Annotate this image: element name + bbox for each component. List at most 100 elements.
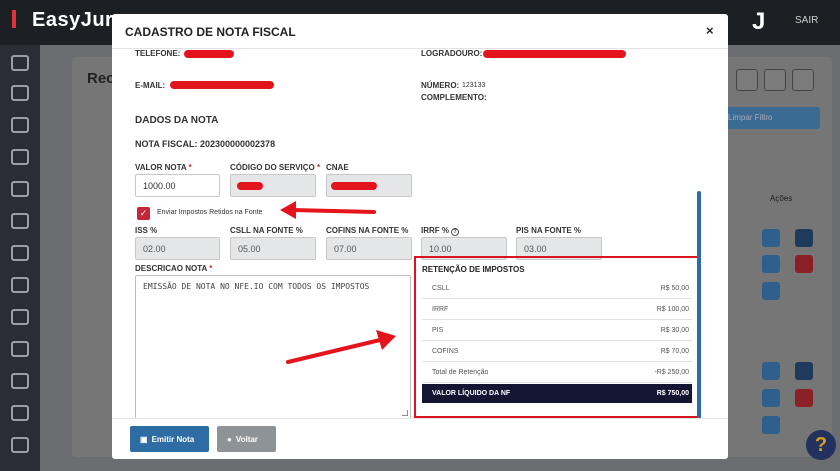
scale-icon[interactable] (11, 213, 29, 229)
receipt-icon[interactable] (762, 389, 780, 407)
enviar-impostos-label: Enviar Impostos Retidos na Fonte (157, 209, 263, 216)
retencao-row: CSLL R$ 50,00 (422, 278, 692, 299)
redacted-telefone (184, 50, 234, 58)
csll-input[interactable]: 05.00 (230, 237, 316, 260)
copy-icon[interactable] (795, 362, 813, 380)
scrollbar[interactable] (697, 191, 701, 418)
help-button[interactable]: ? (806, 430, 836, 460)
back-icon: ● (227, 435, 232, 444)
email-label: E-MAIL: (135, 81, 166, 90)
export-icon[interactable] (764, 69, 786, 91)
brand-logo[interactable]: EasyJur (12, 9, 113, 32)
retencao-row: IRRF R$ 100,00 (422, 299, 692, 320)
arrow-to-checkbox (280, 201, 376, 219)
cnae-label: CNAE (326, 163, 349, 172)
retencao-label: IRRF (432, 306, 449, 313)
complemento-label: COMPLEMENTO: (421, 93, 487, 102)
gavel-icon[interactable] (11, 181, 29, 197)
descricao-textarea[interactable]: EMISSÃO DE NOTA NO NFE.IO COM TODOS OS I… (135, 275, 411, 418)
valor-liquido-row: VALOR LÍQUIDO DA NF R$ 750,00 (422, 384, 692, 403)
building-icon[interactable] (11, 405, 29, 421)
numero-label: NÚMERO: (421, 81, 460, 90)
sidebar (0, 45, 40, 471)
modal-body: TELEFONE: E-MAIL: LOGRADOURO: NÚMERO: 12… (112, 50, 728, 418)
actions-header: Ações (770, 194, 793, 203)
csll-label: CSLL NA FONTE % (230, 226, 303, 235)
codigo-servico-input[interactable] (230, 174, 316, 197)
edit-icon[interactable] (762, 229, 780, 247)
retencao-value: R$ 70,00 (660, 348, 689, 355)
background-page-title: Rec (87, 70, 115, 87)
voltar-label: Voltar (235, 435, 258, 444)
help-circle-icon[interactable]: ? (451, 228, 459, 236)
logo-mark-icon (12, 10, 26, 28)
copy-icon[interactable] (795, 229, 813, 247)
emitir-nota-button[interactable]: ▣ Emitir Nota (130, 426, 209, 452)
enviar-impostos-checkbox[interactable]: ✓ (137, 207, 150, 220)
retencao-title: RETENÇÃO DE IMPOSTOS (422, 265, 525, 274)
valor-liquido-label: VALOR LÍQUIDO DA NF (432, 390, 511, 397)
retencao-value: R$ 50,00 (660, 285, 689, 292)
nota-fiscal-modal: CADASTRO DE NOTA FISCAL × TELEFONE: E-MA… (112, 14, 728, 459)
user-avatar[interactable]: J (752, 8, 765, 36)
telefone-label: TELEFONE: (135, 50, 181, 58)
retencao-value: R$ 30,00 (660, 327, 689, 334)
file-icon[interactable] (762, 282, 780, 300)
section-title: DADOS DA NOTA (135, 115, 219, 126)
required-mark: * (317, 163, 321, 172)
delete-icon[interactable] (795, 255, 813, 273)
valor-nota-input[interactable]: 1000.00 (135, 174, 220, 197)
print-icon[interactable] (736, 69, 758, 91)
handshake-icon[interactable] (11, 341, 29, 357)
descricao-text: EMISSÃO DE NOTA NO NFE.IO COM TODOS OS I… (143, 282, 370, 291)
iss-input[interactable]: 02.00 (135, 237, 220, 260)
save-icon: ▣ (140, 435, 148, 444)
cofins-label: COFINS NA FONTE % (326, 226, 409, 235)
cofins-input[interactable]: 07.00 (326, 237, 412, 260)
numero-value: 123133 (462, 82, 486, 89)
pis-label: PIS NA FONTE % (516, 226, 582, 235)
logradouro-label: LOGRADOURO: (421, 50, 483, 58)
redacted-codigo-servico (237, 182, 263, 190)
emitir-nota-label: Emitir Nota (151, 435, 195, 444)
required-mark: * (209, 264, 213, 273)
home-icon[interactable] (11, 55, 29, 71)
brand-name: EasyJur (32, 9, 114, 31)
file-icon[interactable] (762, 416, 780, 434)
clear-filter-button[interactable]: Limpar Filtro (720, 107, 820, 129)
logout-link[interactable]: SAIR (795, 15, 818, 26)
retencao-value: R$ 100,00 (656, 306, 689, 313)
retencao-label: Total de Retenção (432, 369, 489, 376)
codigo-servico-label: CÓDIGO DO SERVIÇO * (230, 163, 321, 172)
retencao-row: PIS R$ 30,00 (422, 320, 692, 341)
finance-icon[interactable] (11, 149, 29, 165)
retencao-panel: RETENÇÃO DE IMPOSTOS CSLL R$ 50,00 IRRF R$… (414, 256, 700, 418)
nota-fiscal-number: NOTA FISCAL: 202300000002378 (135, 139, 276, 149)
settings-icon[interactable] (11, 437, 29, 453)
voltar-button[interactable]: ● Voltar (217, 426, 276, 452)
required-mark: * (188, 163, 192, 172)
resize-grip-icon[interactable] (402, 410, 408, 416)
close-button[interactable]: × (706, 23, 714, 38)
cart-icon[interactable] (11, 309, 29, 325)
retencao-total-row: Total de Retenção -R$ 250,00 (422, 362, 692, 383)
briefcase-icon[interactable] (11, 245, 29, 261)
more-options-icon[interactable] (792, 69, 814, 91)
retencao-label: CSLL (432, 285, 450, 292)
edit-icon[interactable] (762, 362, 780, 380)
retencao-row: COFINS R$ 70,00 (422, 341, 692, 362)
calendar-icon[interactable] (11, 85, 29, 101)
team-icon[interactable] (11, 373, 29, 389)
redacted-cnae (331, 182, 377, 190)
cnae-input[interactable] (326, 174, 412, 197)
users-icon[interactable] (11, 117, 29, 133)
descricao-label: DESCRICAO NOTA * (135, 264, 213, 273)
retencao-label: COFINS (432, 348, 459, 355)
valor-liquido-value: R$ 750,00 (656, 390, 689, 397)
receipt-icon[interactable] (762, 255, 780, 273)
modal-title: CADASTRO DE NOTA FISCAL (125, 25, 296, 39)
documents-icon[interactable] (11, 277, 29, 293)
delete-icon[interactable] (795, 389, 813, 407)
redacted-logradouro (483, 50, 626, 58)
modal-footer: ▣ Emitir Nota ● Voltar (112, 418, 728, 459)
